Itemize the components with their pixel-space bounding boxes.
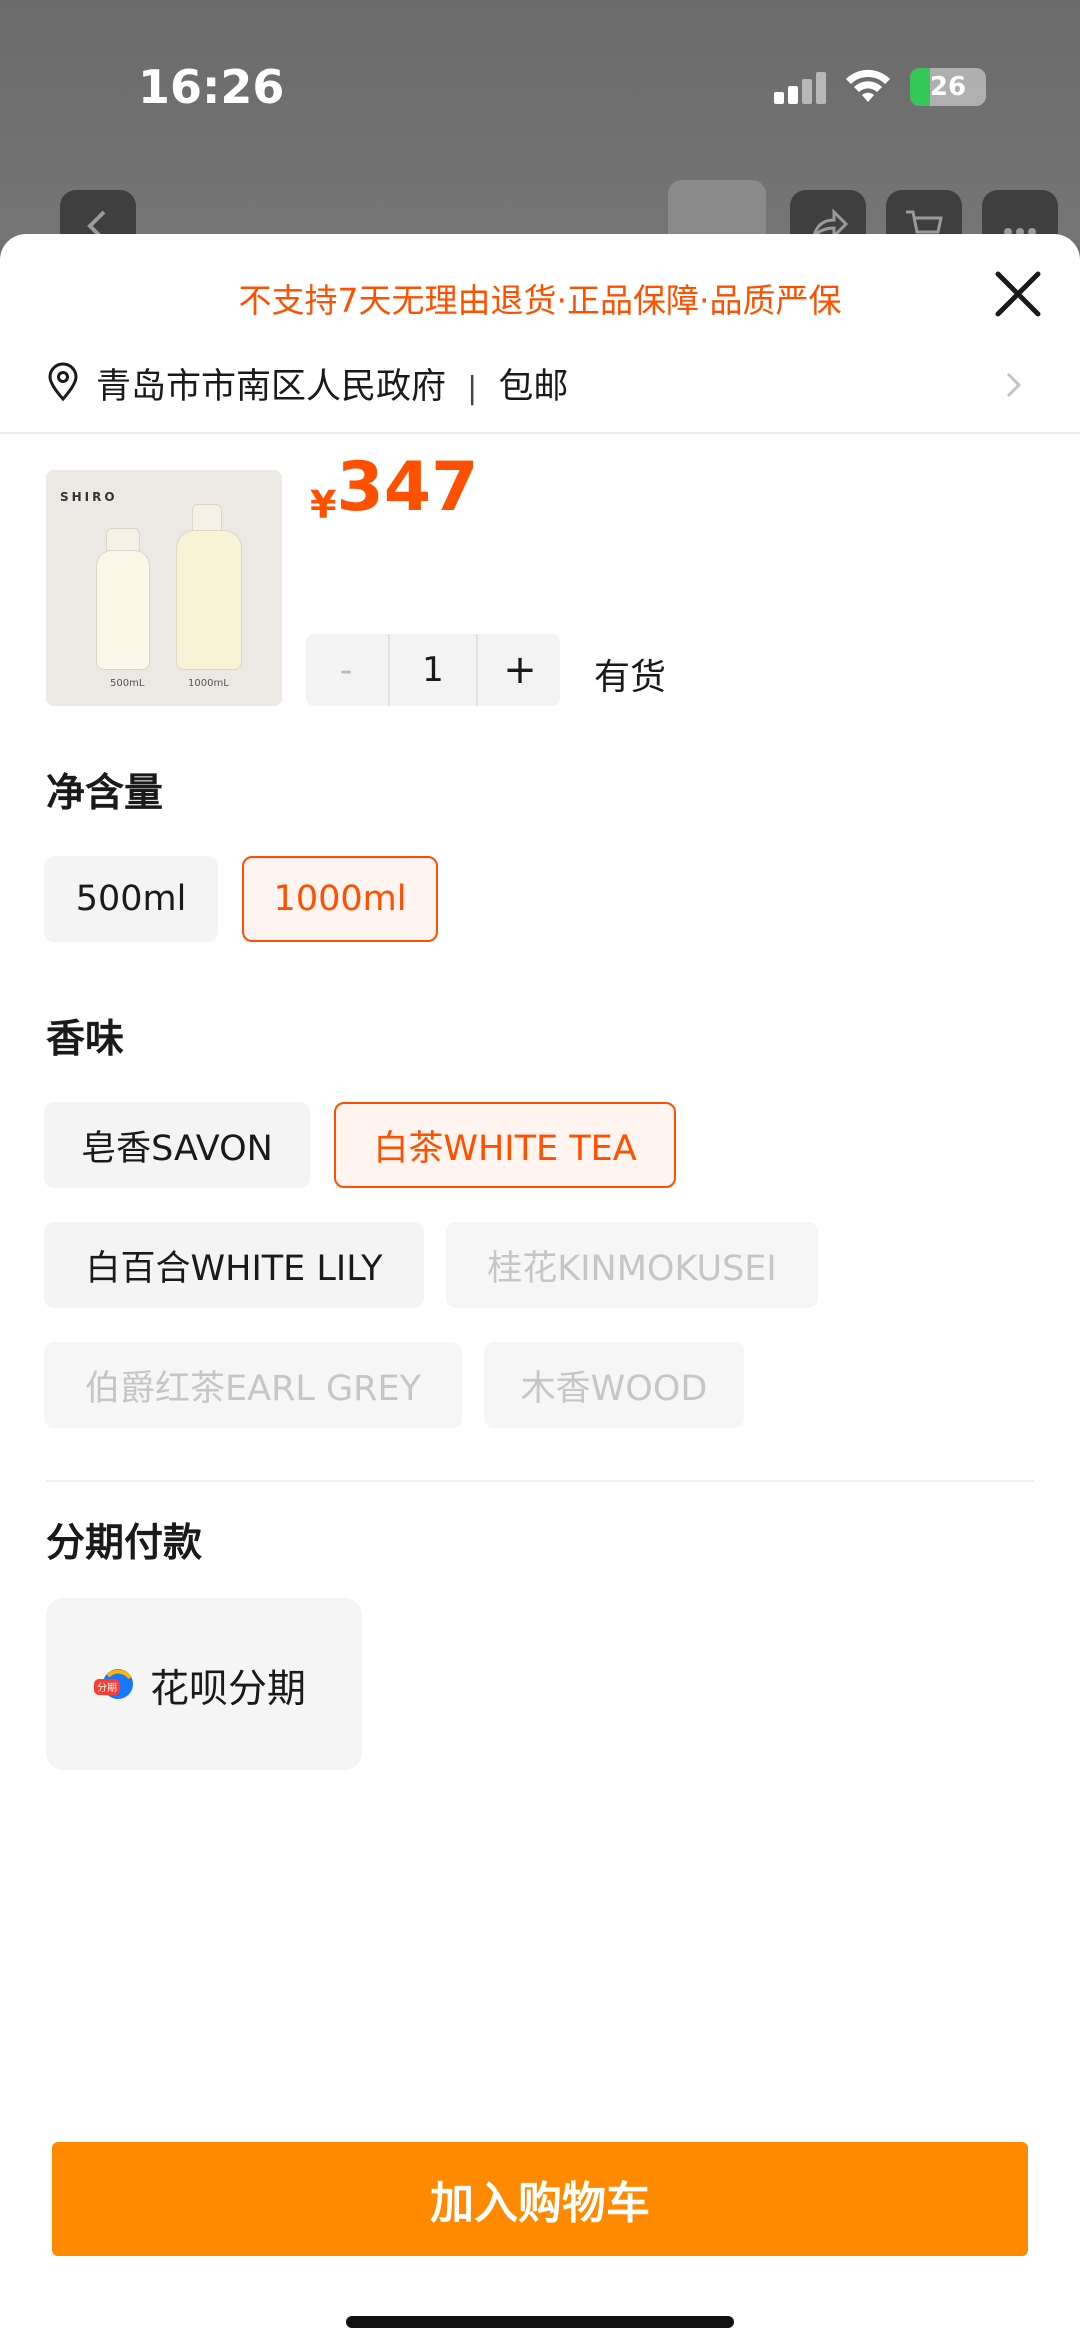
close-button[interactable] [988,264,1048,324]
option-scent-earl-grey[interactable]: 伯爵红茶EARL GREY [44,1342,462,1428]
option-volume-500ml[interactable]: 500ml [44,856,218,942]
status-time: 16:26 [138,60,285,114]
battery-indicator: 26 [910,68,986,106]
brand-logo: SHIRO [60,490,118,504]
delivery-address-row[interactable]: 青岛市市南区人民政府 | 包邮 [0,334,1080,434]
section-divider [46,1480,1034,1482]
status-bar: 16:26 26 [0,0,1080,170]
option-scent-savon[interactable]: 皂香SAVON [44,1102,310,1188]
volume-section-title: 净含量 [46,771,164,816]
huabei-installment-option[interactable]: 分期 花呗分期 [46,1598,362,1770]
option-volume-1000ml[interactable]: 1000ml [242,856,438,942]
stock-status: 有货 [594,657,667,698]
service-notice: 不支持7天无理由退货·正品保障·品质严保 [238,281,842,320]
quantity-decrease-button[interactable]: - [306,634,386,706]
price-currency: ¥ [310,483,337,527]
cellular-signal-icon [774,72,830,104]
location-pin-icon [48,362,78,402]
address-location: 青岛市市南区人民政府 [96,367,447,407]
wifi-icon [846,69,890,102]
option-scent-wood[interactable]: 木香WOOD [484,1342,744,1428]
installment-option-label: 花呗分期 [150,1667,307,1712]
bottle-1000ml [176,530,242,670]
sku-selector-sheet: 不支持7天无理由退货·正品保障·品质严保 青岛市市南区人民政府 | 包邮 SHI… [0,234,1080,2348]
option-scent-kinmokusei[interactable]: 桂花KINMOKUSEI [446,1222,818,1308]
scent-section-title: 香味 [46,1017,125,1062]
delivery-address-text: 青岛市市南区人民政府 | 包邮 [96,358,568,409]
installment-badge-text: 分期 [97,1682,117,1694]
close-icon [995,271,1041,317]
battery-level-text: 26 [929,72,967,102]
caption-500ml: 500mL [110,678,145,689]
shipping-label: 包邮 [498,367,569,407]
option-scent-white-lily[interactable]: 白百合WHITE LILY [44,1222,424,1308]
price-amount: 347 [336,448,479,527]
caption-1000ml: 1000mL [188,678,229,689]
option-scent-white-tea[interactable]: 白茶WHITE TEA [334,1102,676,1188]
home-indicator [346,2316,734,2328]
installment-section-title: 分期付款 [46,1521,203,1566]
price: ¥347 [310,448,478,527]
huabei-icon: 分期 [94,1669,133,1699]
quantity-stepper: - 1 + [306,634,560,706]
quantity-increase-button[interactable]: + [480,634,560,706]
add-to-cart-button[interactable]: 加入购物车 [52,2142,1028,2256]
address-separator: | [467,371,478,406]
chevron-right-icon [1006,372,1022,398]
bottle-500ml [96,550,150,670]
product-thumbnail[interactable]: SHIRO 500mL 1000mL [46,470,282,706]
quantity-value[interactable]: 1 [388,634,478,706]
